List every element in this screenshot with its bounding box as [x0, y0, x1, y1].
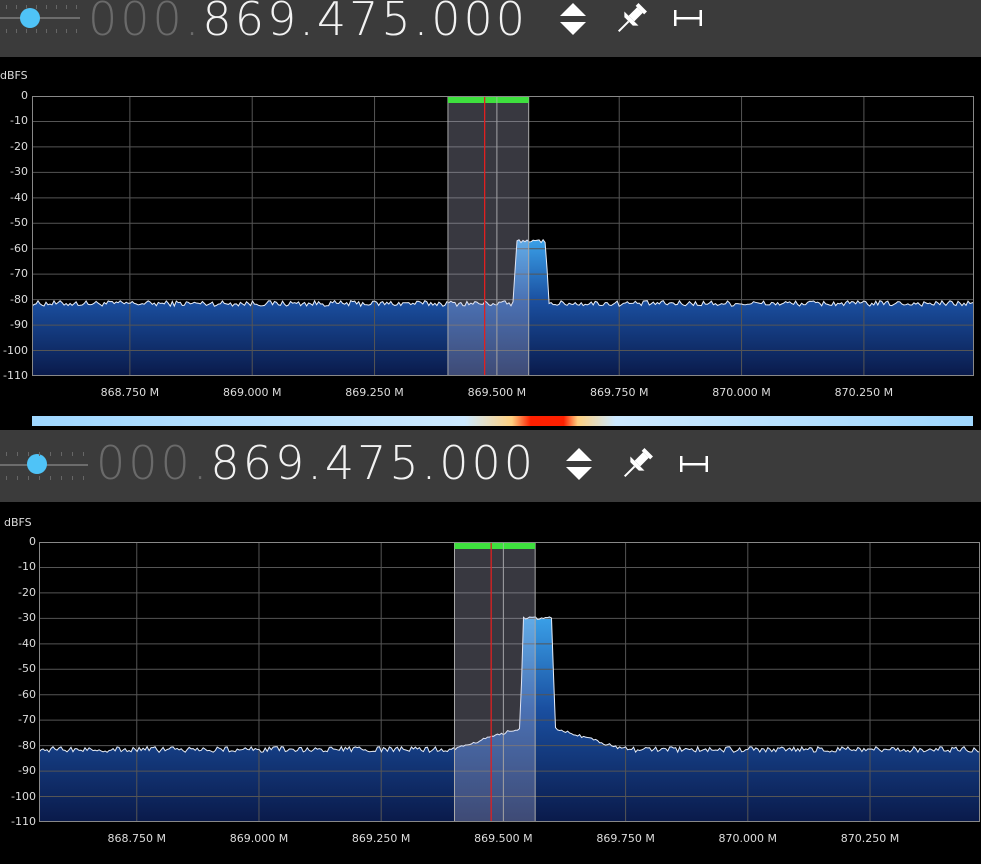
y-tick-label: -50 [18, 662, 36, 676]
up-down-arrows-icon[interactable] [556, 0, 590, 40]
frequency-toolbar-2: 000.869.475.000 [0, 430, 981, 502]
slider-tick [72, 452, 73, 456]
y-tick-label: -110 [11, 815, 36, 828]
frequency-display[interactable]: 000.869.475.000 [96, 440, 536, 486]
x-tick-label: 869.500 M [474, 832, 533, 845]
spectrum-panel-2: 000.869.475.000 dBFS 0 -10 -20 -30 -40 -50 -60… [0, 430, 981, 864]
slider-tick [6, 476, 7, 480]
y-tick-label: -80 [18, 738, 36, 752]
slider-tick [66, 29, 67, 33]
slider-tick [56, 29, 57, 33]
y-tick-label: -100 [3, 343, 28, 357]
y-tick-label: -50 [10, 216, 28, 230]
x-tick-label: 869.250 M [351, 832, 411, 845]
x-tick-label: 869.000 M [222, 386, 282, 399]
y-tick-label: 0 [21, 89, 28, 102]
x-tick-label: 869.500 M [467, 386, 527, 399]
slider-tick [76, 5, 77, 9]
x-tick-label: 870.250 M [834, 386, 894, 399]
demod-bandwidth-overlay[interactable] [447, 96, 530, 376]
slider-tick [26, 5, 27, 9]
y-tick-label: -110 [3, 369, 28, 382]
y-tick-label: -40 [10, 190, 28, 204]
gain-slider-knob[interactable] [27, 454, 47, 474]
y-tick-label: -30 [10, 165, 28, 179]
slider-tick [50, 452, 51, 456]
x-tick-label: 869.750 M [589, 386, 649, 399]
slider-tick [17, 476, 18, 480]
y-tick-label: -40 [18, 636, 36, 650]
demod-bandwidth-overlay[interactable] [454, 542, 536, 822]
frequency-prefix: 000. [96, 436, 211, 490]
slider-tick [39, 452, 40, 456]
y-tick-label: -20 [18, 585, 36, 599]
y-axis-unit: dBFS [0, 69, 28, 82]
pin-icon[interactable] [610, 0, 650, 40]
slider-tick [61, 452, 62, 456]
y-tick-label: -30 [18, 611, 36, 625]
slider-tick [16, 29, 17, 33]
slider-tick [28, 452, 29, 456]
demod-bandwidth-handle[interactable] [447, 96, 529, 103]
slider-tick [66, 5, 67, 9]
slider-tick [46, 5, 47, 9]
slider-tick [56, 5, 57, 9]
frequency-prefix: 000. [88, 0, 203, 46]
y-tick-label: -10 [10, 114, 28, 128]
slider-tick [26, 29, 27, 33]
frequency-toolbar-1: 000.869.475.000 [0, 0, 981, 57]
slider-tick [39, 476, 40, 480]
y-tick-label: -60 [10, 241, 28, 255]
slider-tick [83, 476, 84, 480]
y-tick-label: -20 [10, 139, 28, 153]
y-tick-label: -90 [10, 318, 28, 332]
spectrum-panel-1: 000.869.475.000 dBFS 0 -10 -20 -30 -40 -50 -60… [0, 0, 981, 426]
slider-tick [46, 29, 47, 33]
gain-slider-track[interactable] [0, 17, 80, 19]
y-tick-label: -80 [10, 292, 28, 306]
x-tick-label: 869.250 M [345, 386, 404, 399]
waterfall-strip[interactable] [32, 416, 973, 426]
y-axis-unit: dBFS [4, 516, 32, 529]
frequency-value: 869.475.000 [202, 0, 529, 46]
slider-tick [6, 452, 7, 456]
slider-tick [50, 476, 51, 480]
slider-tick [36, 5, 37, 9]
slider-tick [6, 29, 7, 33]
slider-tick [16, 5, 17, 9]
slider-tick [17, 452, 18, 456]
y-tick-label: -70 [18, 713, 36, 727]
spectrum-plot[interactable] [39, 542, 980, 822]
x-tick-label: 868.750 M [100, 386, 160, 399]
frequency-display[interactable]: 000.869.475.000 [88, 0, 528, 42]
slider-tick [6, 5, 7, 9]
slider-tick [72, 476, 73, 480]
y-tick-label: -70 [10, 267, 28, 281]
bandwidth-icon[interactable] [678, 454, 710, 474]
y-tick-label: -90 [18, 764, 36, 778]
slider-tick [36, 29, 37, 33]
spectrum-plot[interactable] [32, 96, 974, 376]
slider-tick [61, 476, 62, 480]
bandwidth-icon[interactable] [672, 8, 704, 28]
frequency-value: 869.475.000 [210, 436, 537, 490]
x-tick-label: 868.750 M [107, 832, 167, 845]
up-down-arrows-icon[interactable] [562, 445, 596, 485]
slider-tick [83, 452, 84, 456]
demod-bandwidth-handle[interactable] [454, 542, 536, 549]
slider-tick [28, 476, 29, 480]
x-tick-label: 869.750 M [596, 832, 655, 845]
y-tick-label: -10 [18, 560, 36, 574]
x-tick-label: 870.000 M [718, 832, 778, 845]
x-tick-label: 869.000 M [229, 832, 289, 845]
y-tick-label: -60 [18, 687, 36, 701]
x-tick-label: 870.250 M [840, 832, 900, 845]
slider-tick [76, 29, 77, 33]
y-tick-label: 0 [29, 535, 36, 548]
pin-icon[interactable] [616, 445, 656, 485]
x-tick-label: 870.000 M [712, 386, 771, 399]
y-tick-label: -100 [11, 789, 36, 803]
gain-slider-knob[interactable] [20, 8, 40, 28]
